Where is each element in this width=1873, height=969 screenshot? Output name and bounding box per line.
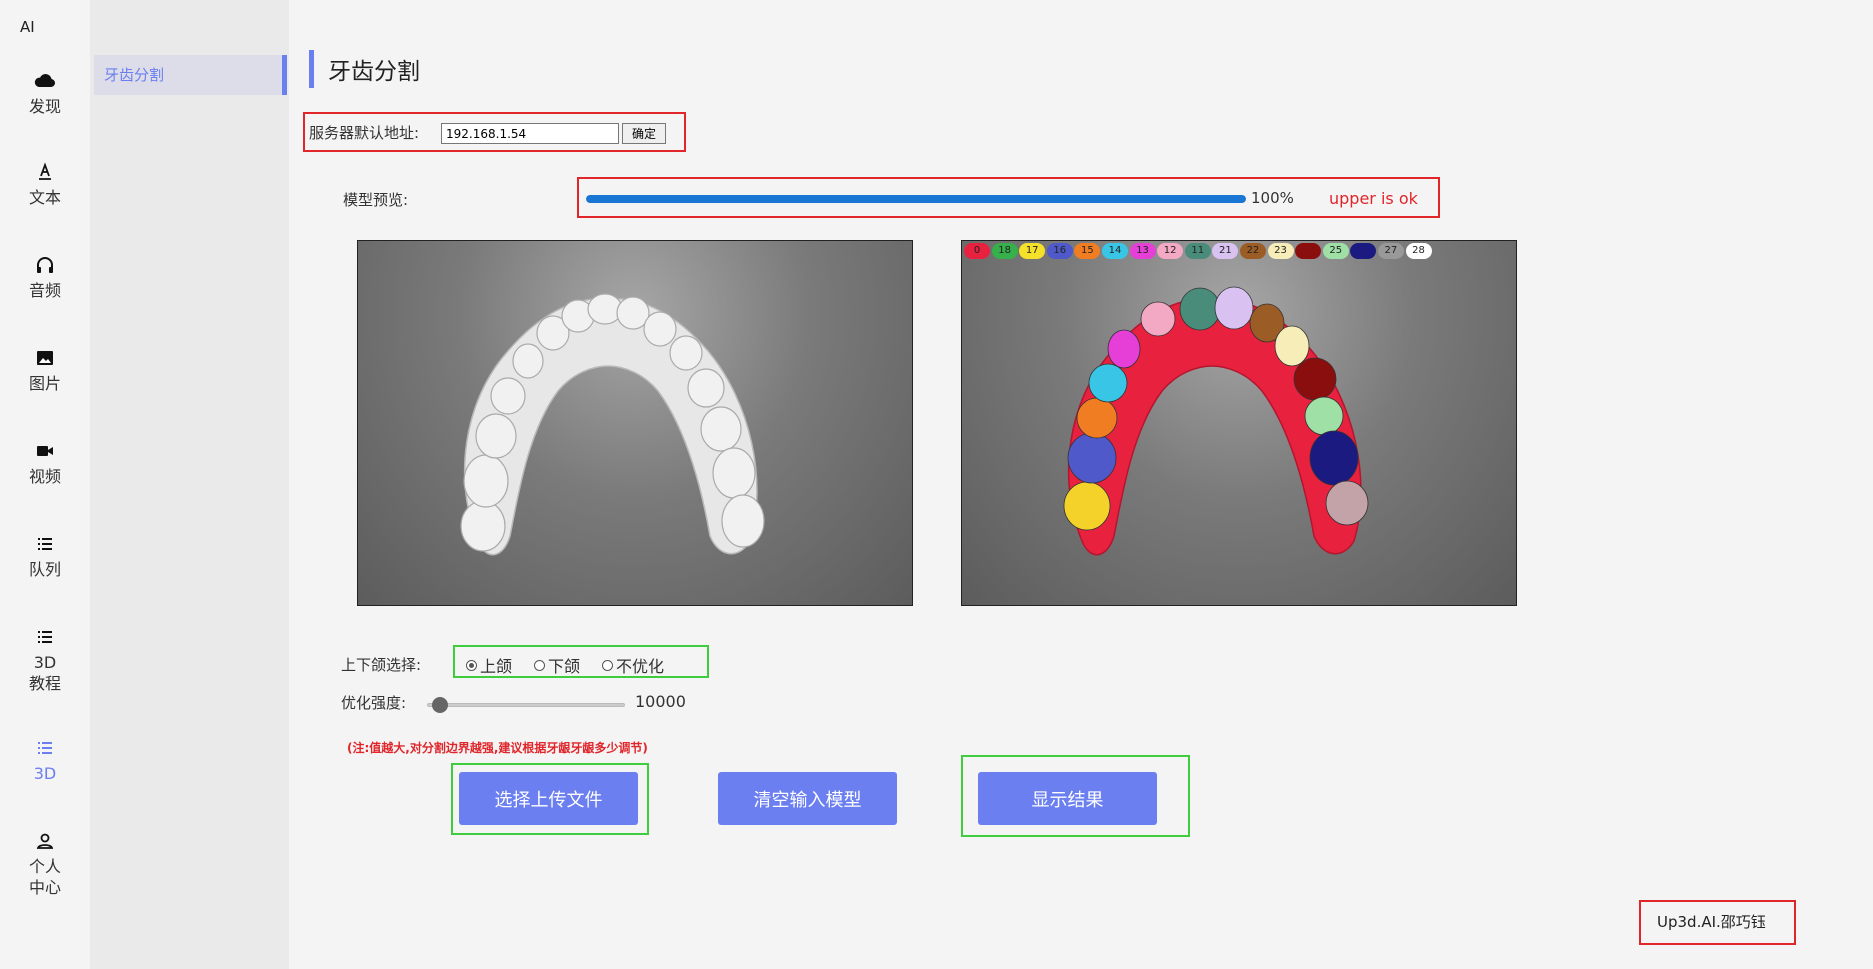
subnav-item-tooth-segmentation[interactable]: 牙齿分割 <box>94 55 287 95</box>
radio-label: 上颌 <box>480 657 513 676</box>
radio-dot[interactable] <box>602 659 614 671</box>
segmented-arch-model <box>1063 286 1369 556</box>
list-icon <box>38 631 52 643</box>
cloud-icon <box>34 74 56 88</box>
radio-dot[interactable] <box>466 659 477 671</box>
rail-label: 图片 <box>28 374 61 393</box>
rail-label: 音频 <box>28 281 61 300</box>
text-icon <box>39 162 51 180</box>
page-title: 牙齿分割 <box>328 59 420 85</box>
radio-no-optimize[interactable]: 不优化 <box>602 653 664 677</box>
status-message: upper is ok <box>1329 189 1418 208</box>
radio-label: 不优化 <box>616 657 665 676</box>
clear-model-button[interactable]: 清空输入模型 <box>718 772 897 825</box>
server-address-label: 服务器默认地址: <box>309 124 420 142</box>
rail-item-queue[interactable]: 队列 <box>0 532 90 580</box>
rail-item-3d[interactable]: 3D <box>0 736 90 784</box>
rail-item-profile[interactable]: 个人 中心 <box>0 829 90 898</box>
strength-label: 优化强度: <box>341 694 407 712</box>
strength-value: 10000 <box>635 692 686 711</box>
image-icon <box>37 351 53 365</box>
jaw-select-label: 上下颌选择: <box>341 656 422 674</box>
user-icon <box>36 833 54 849</box>
app-logo: AI <box>20 18 35 36</box>
progress-bar <box>586 195 1246 203</box>
rail-item-discover[interactable]: 发现 <box>0 69 90 117</box>
rail-item-3d-tutorial[interactable]: 3D 教程 <box>0 625 90 694</box>
rail-label: 3D 教程 <box>28 653 61 693</box>
radio-dot[interactable] <box>534 659 546 671</box>
radio-upper-jaw[interactable]: 上颌 <box>466 653 512 677</box>
upload-file-button[interactable]: 选择上传文件 <box>459 772 638 825</box>
jaw-radio-group: 上颌 下颌 不优化 <box>466 653 664 677</box>
rail-label: 发现 <box>28 97 61 116</box>
video-camera-icon <box>37 446 53 456</box>
rail-item-text[interactable]: 文本 <box>0 160 90 208</box>
rail-item-audio[interactable]: 音频 <box>0 253 90 301</box>
confirm-button[interactable]: 确定 <box>622 123 666 144</box>
strength-slider-track[interactable] <box>427 703 625 707</box>
rail-label: 个人 中心 <box>28 857 61 897</box>
radio-label: 下颌 <box>548 657 581 676</box>
sub-nav: 牙齿分割 <box>90 0 289 969</box>
input-model-viewer[interactable] <box>357 240 913 606</box>
footer-credit: Up3d.AI.邵巧钰 <box>1657 913 1766 931</box>
server-address-input[interactable] <box>441 123 619 144</box>
rail-label: 文本 <box>28 188 61 207</box>
list-icon <box>38 538 52 550</box>
list-icon <box>38 742 52 754</box>
strength-note: (注:值越大,对分割边界越强,建议根据牙龈牙龈多少调节) <box>347 741 648 755</box>
rail-label: 视频 <box>28 467 61 486</box>
model-preview-label: 模型预览: <box>343 191 409 209</box>
radio-lower-jaw[interactable]: 下颌 <box>534 653 580 677</box>
rail-label: 3D <box>33 764 57 783</box>
rail-item-image[interactable]: 图片 <box>0 346 90 394</box>
headphones-icon <box>37 257 53 273</box>
dental-arch-model <box>460 293 765 556</box>
show-result-button[interactable]: 显示结果 <box>978 772 1157 825</box>
segmentation-result-viewer[interactable]: 0 18 17 16 15 14 13 12 11 21 22 23 24 25 26 27 28 <box>961 240 1517 606</box>
title-accent-bar <box>309 50 314 88</box>
progress-bar-fill <box>586 195 1246 203</box>
strength-slider-thumb[interactable] <box>432 697 448 713</box>
progress-percent: 100% <box>1251 189 1294 207</box>
rail-label: 队列 <box>28 560 61 579</box>
rail-item-video[interactable]: 视频 <box>0 439 90 487</box>
